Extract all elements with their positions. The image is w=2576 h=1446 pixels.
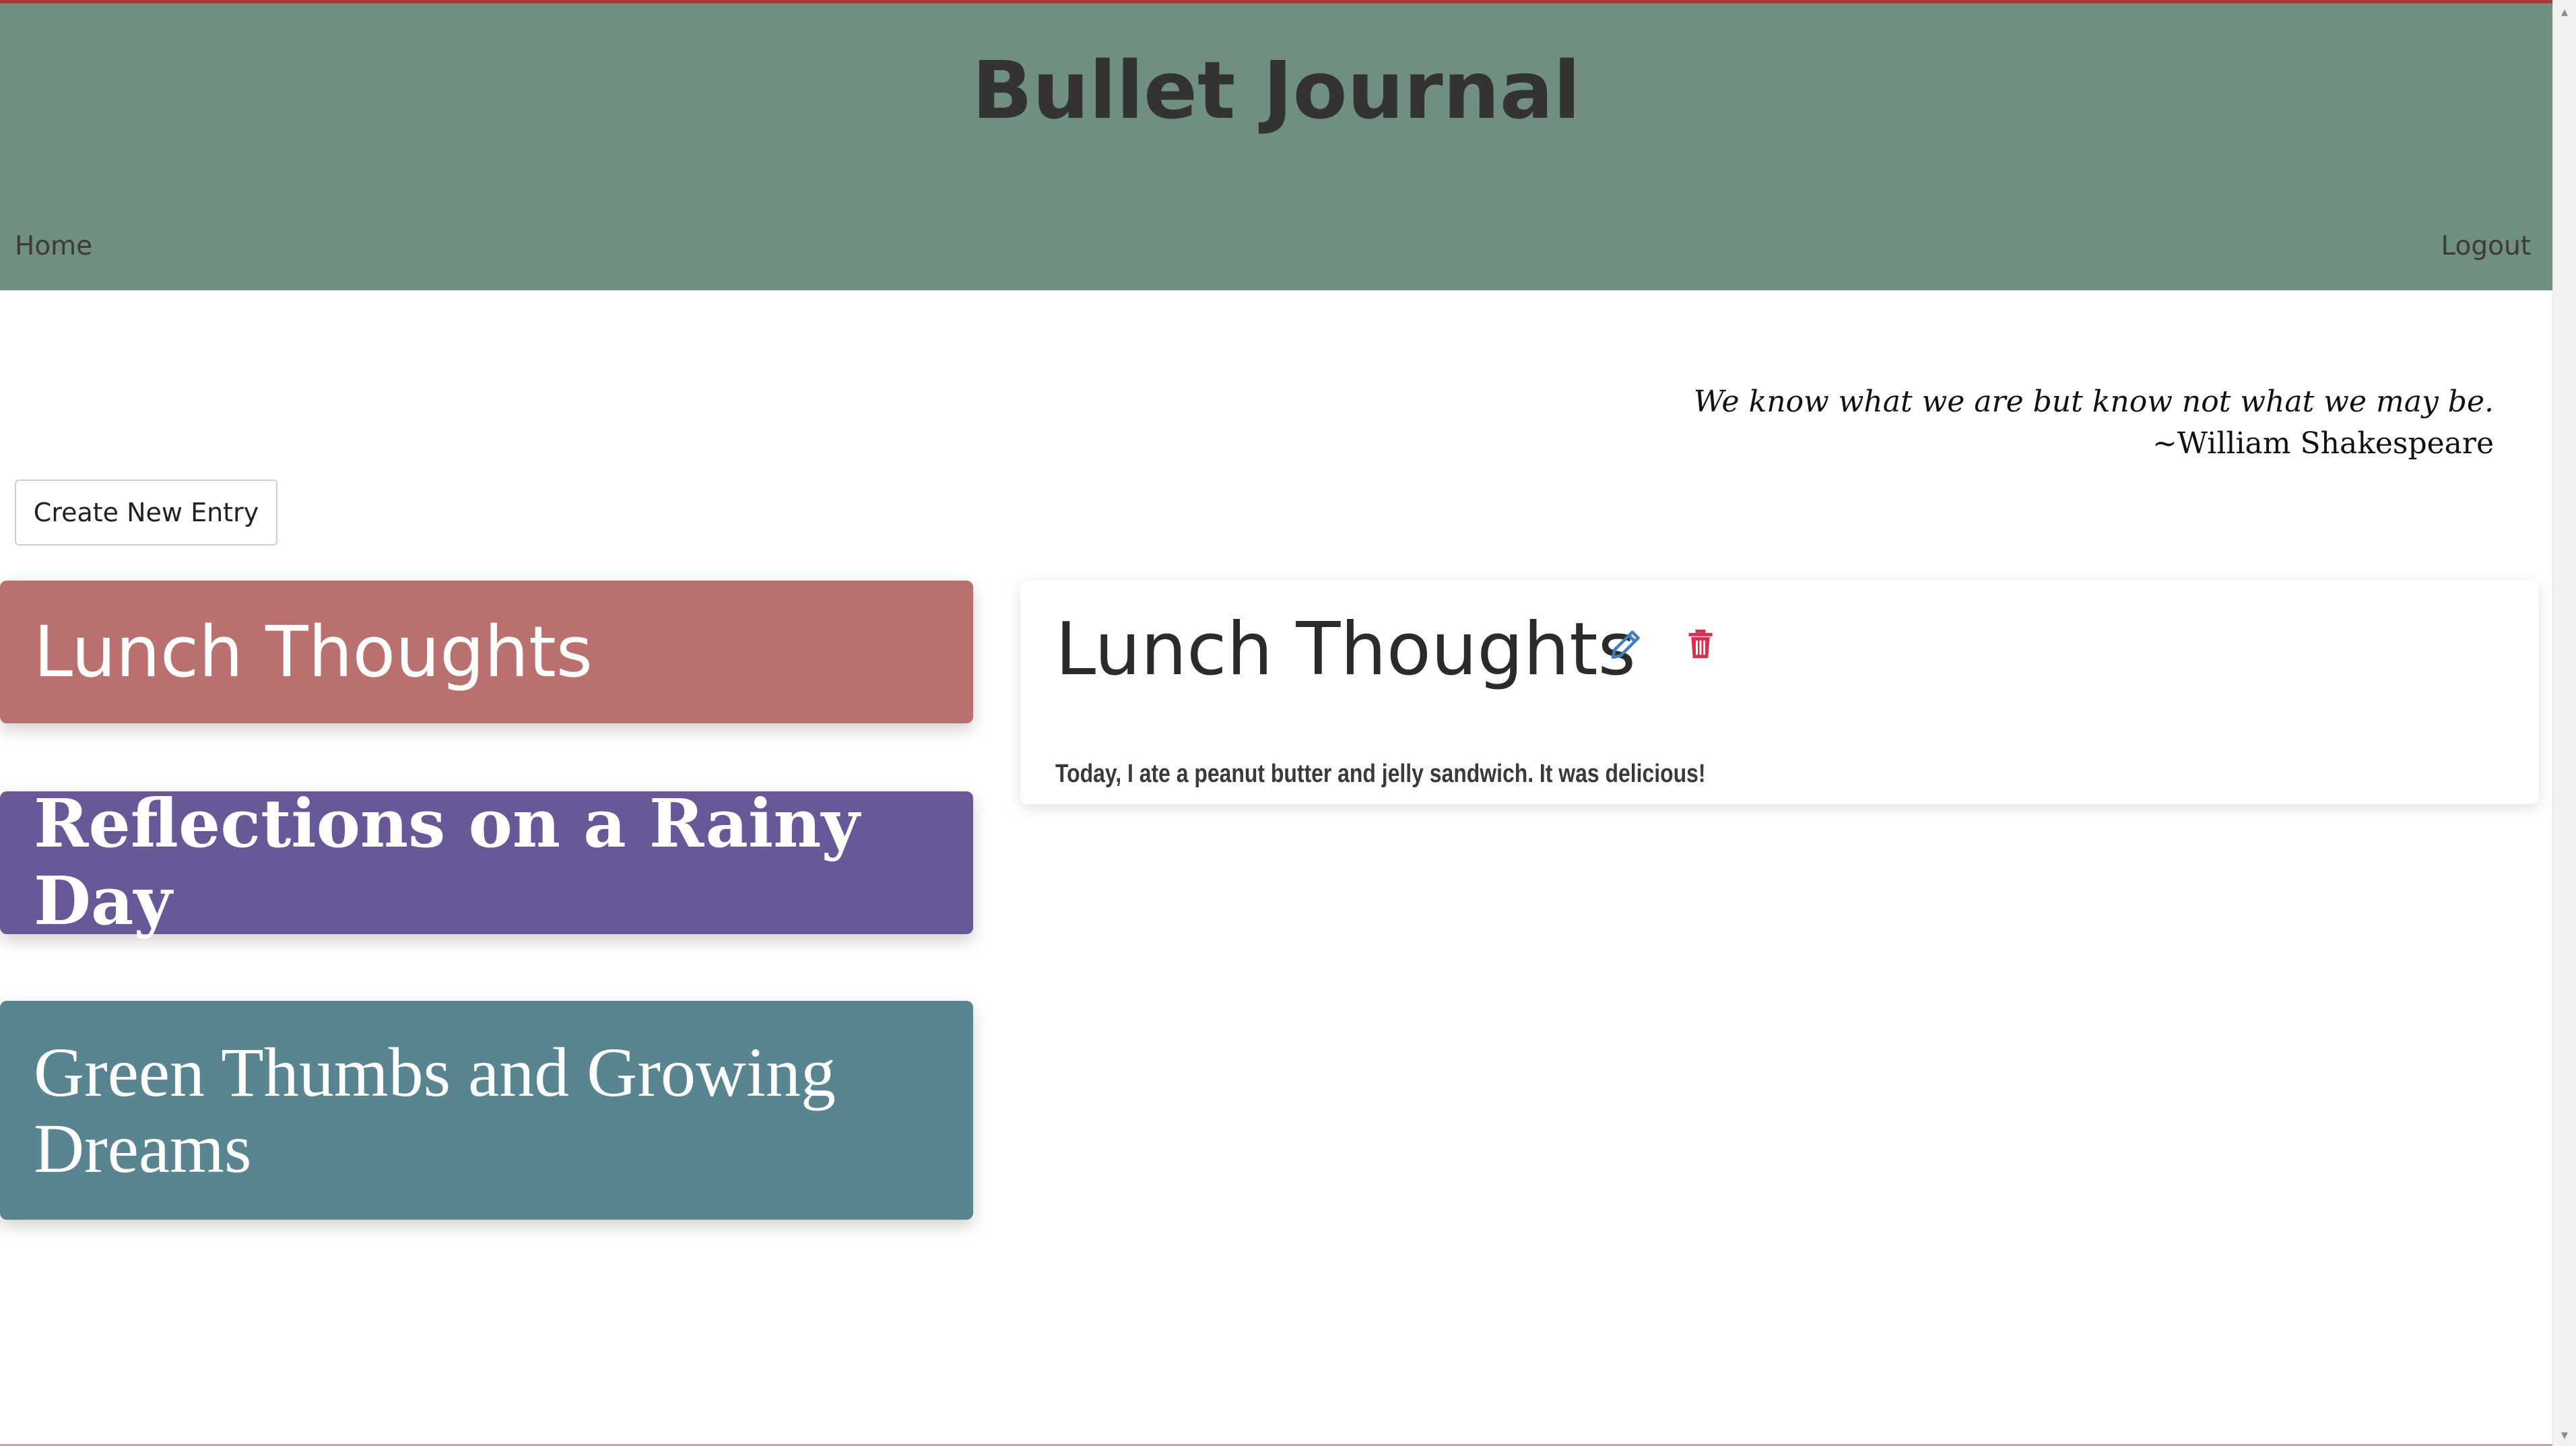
entry-card-title: Green Thumbs and Growing Dreams bbox=[34, 1033, 836, 1187]
entry-detail-card: Lunch Thoughts Today, I ate a peanut but… bbox=[1020, 581, 2539, 804]
entry-card-title: Reflections on a Rainy Day bbox=[34, 785, 860, 940]
entry-card-green-thumbs[interactable]: Green Thumbs and Growing Dreams bbox=[0, 1001, 973, 1220]
delete-entry-button[interactable] bbox=[1680, 624, 1721, 664]
app-header: Bullet Journal Home Logout bbox=[0, 3, 2552, 290]
entry-card-lunch-thoughts[interactable]: Lunch Thoughts bbox=[0, 581, 973, 723]
pencil-icon bbox=[1611, 630, 1640, 659]
quote-block: We know what we are but know not what we… bbox=[1694, 381, 2494, 465]
edit-entry-button[interactable] bbox=[1606, 624, 1647, 664]
trash-icon bbox=[1688, 629, 1713, 659]
nav-logout-link[interactable]: Logout bbox=[2441, 231, 2531, 261]
nav-home-link[interactable]: Home bbox=[15, 231, 92, 261]
vertical-scrollbar[interactable]: ▴ ▾ bbox=[2552, 0, 2576, 1446]
quote-author: ~William Shakespeare bbox=[2152, 426, 2494, 461]
entry-card-reflections[interactable]: Reflections on a Rainy Day bbox=[0, 785, 973, 940]
entry-detail-title: Lunch Thoughts bbox=[1055, 607, 1636, 692]
scroll-up-icon[interactable]: ▴ bbox=[2557, 4, 2572, 19]
app-title: Bullet Journal bbox=[972, 44, 1581, 137]
quote-text: We know what we are but know not what we… bbox=[1693, 385, 2494, 419]
entry-detail-body: Today, I ate a peanut butter and jelly s… bbox=[1055, 760, 1706, 788]
scroll-down-icon[interactable]: ▾ bbox=[2557, 1427, 2572, 1442]
entry-card-title: Lunch Thoughts bbox=[34, 611, 593, 693]
create-new-entry-button[interactable]: Create New Entry bbox=[15, 480, 277, 546]
